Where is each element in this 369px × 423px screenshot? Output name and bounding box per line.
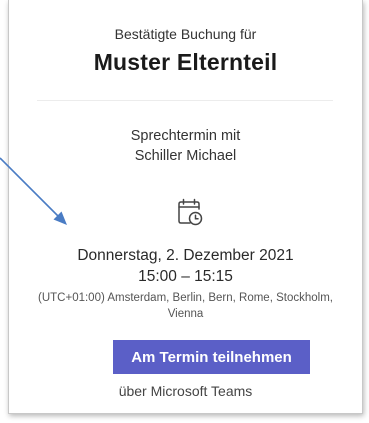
- annotation-arrow: [0, 157, 67, 225]
